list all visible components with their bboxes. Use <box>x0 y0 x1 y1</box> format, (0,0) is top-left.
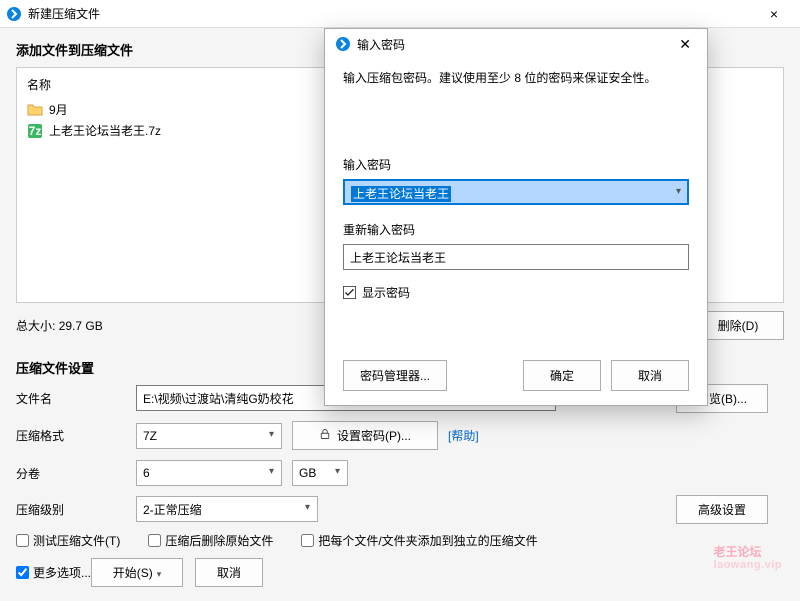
dialog-cancel-button[interactable]: 取消 <box>611 360 689 391</box>
set-password-button[interactable]: 设置密码(P)... <box>292 421 438 450</box>
format-label: 压缩格式 <box>16 427 126 444</box>
split-label: 分卷 <box>16 465 126 482</box>
password-dialog: 输入密码 ✕ 输入压缩包密码。建议使用至少 8 位的密码来保证安全性。 输入密码… <box>324 28 708 406</box>
show-password-checkbox[interactable]: 显示密码 <box>343 284 689 301</box>
svg-text:7z: 7z <box>29 124 42 138</box>
cancel-button[interactable]: 取消 <box>195 558 263 587</box>
advanced-settings-button[interactable]: 高级设置 <box>676 495 768 524</box>
password-combobox[interactable]: 上老王论坛当老王 ▾ <box>343 179 689 205</box>
password-label: 输入密码 <box>343 156 689 173</box>
file-name: 上老王论坛当老王.7z <box>49 122 161 139</box>
window-close-button[interactable]: × <box>754 6 794 22</box>
password-manager-button[interactable]: 密码管理器... <box>343 360 447 391</box>
chevron-down-icon[interactable]: ▾ <box>676 186 681 197</box>
dialog-title-bar: 输入密码 ✕ <box>325 29 707 59</box>
delete-after-checkbox[interactable]: 压缩后删除原始文件 <box>148 532 273 549</box>
folder-icon <box>27 102 43 118</box>
level-label: 压缩级别 <box>16 501 126 518</box>
file-name: 9月 <box>49 101 68 118</box>
footer-row: 更多选项... 开始(S)▾ 取消 <box>16 558 784 587</box>
format-select[interactable] <box>136 423 282 449</box>
sevenz-icon: 7z <box>27 123 43 139</box>
main-title-bar: 新建压缩文件 × <box>0 0 800 28</box>
app-icon <box>335 36 351 52</box>
lock-icon <box>319 428 331 443</box>
split-size-input[interactable] <box>136 460 282 486</box>
dialog-title: 输入密码 <box>357 36 405 53</box>
dialog-hint: 输入压缩包密码。建议使用至少 8 位的密码来保证安全性。 <box>343 69 689 86</box>
repassword-label: 重新输入密码 <box>343 221 689 238</box>
app-icon <box>6 6 22 22</box>
compression-level-select[interactable] <box>136 496 318 522</box>
filename-label: 文件名 <box>16 390 126 407</box>
repassword-input[interactable] <box>343 244 689 270</box>
separate-archives-checkbox[interactable]: 把每个文件/文件夹添加到独立的压缩文件 <box>301 532 537 549</box>
test-archive-checkbox[interactable]: 测试压缩文件(T) <box>16 532 120 549</box>
split-unit-select[interactable] <box>292 460 348 486</box>
start-button[interactable]: 开始(S)▾ <box>91 558 183 587</box>
total-size-label: 总大小: <box>16 317 55 334</box>
window-title: 新建压缩文件 <box>28 5 100 22</box>
total-size-value: 29.7 GB <box>59 319 103 333</box>
checkmark-icon <box>343 286 356 299</box>
more-options-checkbox[interactable]: 更多选项... <box>16 564 91 581</box>
password-input: 上老王论坛当老王 <box>343 179 689 205</box>
dialog-close-button[interactable]: ✕ <box>673 36 697 53</box>
help-link[interactable]: [帮助] <box>448 427 479 444</box>
ok-button[interactable]: 确定 <box>523 360 601 391</box>
